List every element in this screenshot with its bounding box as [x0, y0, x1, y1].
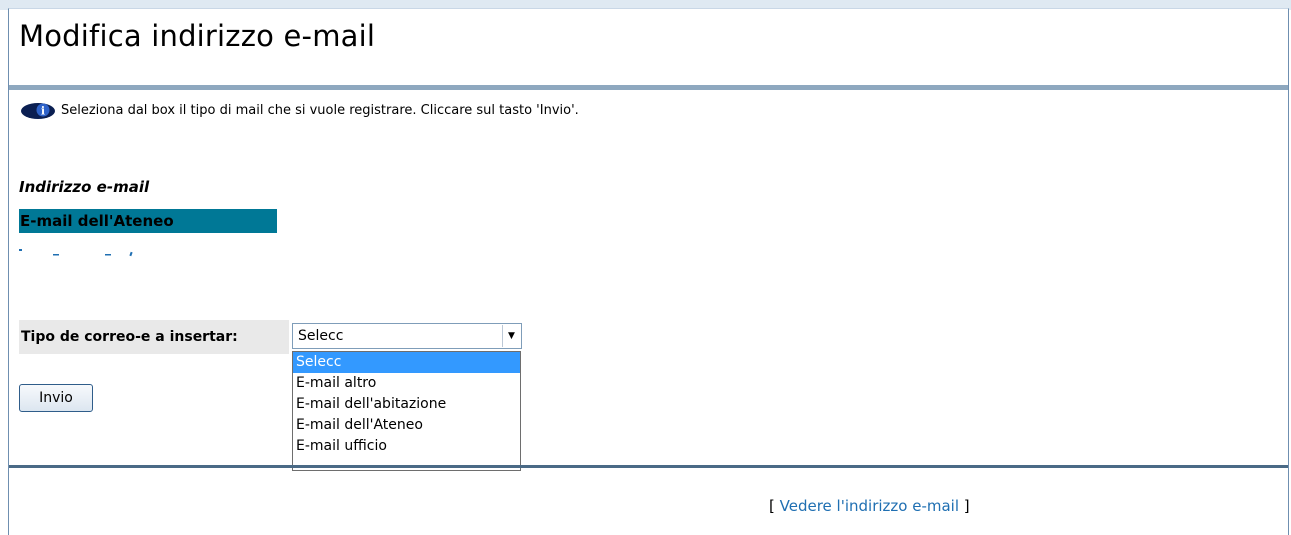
chevron-down-icon[interactable]: ▼: [502, 325, 520, 347]
email-type-select[interactable]: Selecc ▼: [292, 323, 522, 349]
option-email-ateneo[interactable]: E-mail dell'Ateneo: [293, 415, 520, 436]
option-email-altro[interactable]: E-mail altro: [293, 373, 520, 394]
page-title: Modifica indirizzo e-mail: [19, 19, 376, 53]
email-type-header: E-mail dell'Ateneo: [19, 209, 277, 233]
option-email-ufficio[interactable]: E-mail ufficio: [293, 436, 520, 457]
email-section-label: Indirizzo e-mail: [19, 178, 150, 196]
email-type-row: Tipo de correo-e a insertar: Selecc ▼: [19, 320, 522, 354]
footer-links: [ Vedere l'indirizzo e-mail ]: [769, 497, 970, 515]
select-current-value: Selecc: [298, 328, 344, 344]
email-type-dropdown: Selecc E-mail altro E-mail dell'abitazio…: [292, 351, 521, 471]
svg-text:i: i: [41, 105, 45, 118]
info-text: Seleziona dal box il tipo di mail che si…: [61, 102, 579, 118]
email-value-fragment: [19, 249, 133, 257]
footer-divider: [9, 465, 1288, 468]
invio-button[interactable]: Invio: [19, 384, 93, 412]
info-message: i Seleziona dal box il tipo di mail che …: [19, 100, 579, 120]
option-email-abitazione[interactable]: E-mail dell'abitazione: [293, 394, 520, 415]
title-divider: [9, 85, 1288, 90]
bracket-open: [: [769, 497, 775, 515]
bracket-close: ]: [963, 497, 970, 515]
option-selecc[interactable]: Selecc: [293, 352, 520, 373]
info-icon: i: [21, 103, 55, 119]
email-type-label: Tipo de correo-e a insertar:: [19, 320, 289, 354]
view-email-link[interactable]: Vedere l'indirizzo e-mail: [780, 497, 959, 515]
page-frame: Modifica indirizzo e-mail i Seleziona da…: [8, 8, 1289, 535]
